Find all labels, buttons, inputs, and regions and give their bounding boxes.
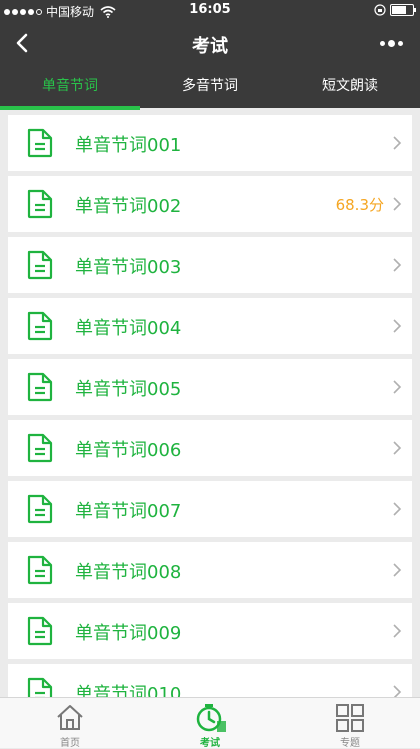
chevron-right-icon bbox=[393, 380, 402, 394]
list-item[interactable]: 单音节词008 bbox=[8, 542, 412, 598]
page-title: 考试 bbox=[192, 36, 228, 57]
status-time: 16:05 bbox=[189, 2, 231, 17]
list-item[interactable]: 单音节词002 68.3分 bbox=[8, 176, 412, 232]
item-label: 单音节词003 bbox=[75, 257, 182, 278]
item-label: 单音节词005 bbox=[75, 379, 182, 400]
tabbar-item-home[interactable]: 首页 bbox=[0, 698, 140, 749]
chevron-right-icon bbox=[393, 441, 402, 455]
item-score: 68.3分 bbox=[335, 196, 384, 214]
list-item[interactable]: 单音节词004 bbox=[8, 298, 412, 354]
list-item[interactable]: 单音节词006 bbox=[8, 420, 412, 476]
list-item[interactable]: 单音节词007 bbox=[8, 481, 412, 537]
item-label: 单音节词008 bbox=[75, 562, 182, 583]
item-label: 单音节词007 bbox=[75, 501, 182, 522]
item-label: 单音节词004 bbox=[75, 318, 182, 339]
grid-icon bbox=[336, 704, 364, 732]
more-icon bbox=[380, 40, 385, 46]
chevron-right-icon bbox=[393, 624, 402, 638]
chevron-right-icon bbox=[393, 502, 402, 516]
document-icon bbox=[27, 433, 53, 463]
item-label: 单音节词006 bbox=[75, 440, 182, 461]
more-button[interactable] bbox=[380, 34, 410, 52]
rotation-lock-icon bbox=[374, 4, 386, 16]
list-item[interactable]: 单音节词003 bbox=[8, 237, 412, 293]
chevron-right-icon bbox=[393, 197, 402, 211]
home-icon bbox=[57, 705, 83, 730]
chevron-right-icon bbox=[393, 563, 402, 577]
list-item[interactable]: 单音节词009 bbox=[8, 603, 412, 659]
document-icon bbox=[27, 372, 53, 402]
tabbar-item-exam[interactable]: 考试 bbox=[140, 698, 280, 749]
tab-bar-top: 单音节词 多音节词 短文朗读 bbox=[0, 66, 420, 110]
chevron-right-icon bbox=[393, 258, 402, 272]
tabbar-item-topics[interactable]: 专题 bbox=[280, 698, 420, 749]
document-icon bbox=[27, 494, 53, 524]
document-icon bbox=[27, 555, 53, 585]
chevron-right-icon bbox=[393, 319, 402, 333]
document-icon bbox=[27, 189, 53, 219]
tab-single-syllable[interactable]: 单音节词 bbox=[0, 66, 140, 110]
nav-bar: 考试 bbox=[0, 20, 420, 66]
item-label: 单音节词002 bbox=[75, 196, 182, 217]
document-icon bbox=[27, 616, 53, 646]
item-label: 单音节词001 bbox=[75, 135, 182, 156]
battery-icon bbox=[390, 4, 416, 16]
status-bar: 中国移动 16:05 bbox=[0, 0, 420, 20]
document-icon bbox=[27, 250, 53, 280]
tab-multi-syllable[interactable]: 多音节词 bbox=[140, 66, 280, 108]
list-item[interactable]: 单音节词001 bbox=[8, 115, 412, 171]
document-icon bbox=[27, 311, 53, 341]
stopwatch-icon bbox=[196, 704, 226, 732]
bottom-tab-bar: 首页 考试 专题 bbox=[0, 697, 420, 749]
chevron-right-icon bbox=[393, 136, 402, 150]
list-item[interactable]: 单音节词005 bbox=[8, 359, 412, 415]
item-label: 单音节词009 bbox=[75, 623, 182, 644]
tab-passage-reading[interactable]: 短文朗读 bbox=[280, 66, 420, 108]
document-icon bbox=[27, 128, 53, 158]
